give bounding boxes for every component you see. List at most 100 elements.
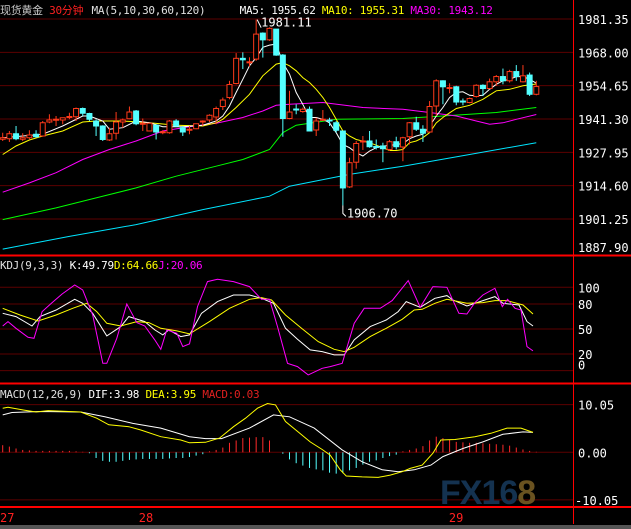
candle-down[interactable] xyxy=(439,80,446,88)
candle-down[interactable] xyxy=(93,120,100,127)
candle-down[interactable] xyxy=(333,122,340,131)
candle-down[interactable] xyxy=(33,133,40,138)
candle-up[interactable] xyxy=(53,118,60,121)
candle-up[interactable] xyxy=(39,122,46,137)
kdj-j-line xyxy=(2,278,534,376)
candle-down[interactable] xyxy=(453,86,460,103)
candle-up[interactable] xyxy=(246,61,253,64)
candle-down[interactable] xyxy=(513,71,520,78)
candle-up[interactable] xyxy=(433,80,440,107)
candle-up[interactable] xyxy=(126,111,133,120)
candle-up[interactable] xyxy=(6,133,13,140)
kdj-header: KDJ(9,3,3) K:49.79D:64.66J:20.06 xyxy=(0,259,203,272)
candle-down[interactable] xyxy=(259,32,266,41)
candle-up[interactable] xyxy=(199,120,206,123)
candle-up[interactable] xyxy=(186,128,193,131)
low-price-label: 1906.70 xyxy=(347,206,398,220)
candle-down[interactable] xyxy=(86,113,93,120)
candle-up[interactable] xyxy=(253,33,260,60)
candle-down[interactable] xyxy=(419,128,426,134)
candle-up[interactable] xyxy=(26,134,33,139)
candle-up[interactable] xyxy=(159,131,166,134)
candle-down[interactable] xyxy=(479,84,486,90)
candle-up[interactable] xyxy=(146,122,153,132)
candle-down[interactable] xyxy=(393,141,400,148)
candle-up[interactable] xyxy=(473,84,480,98)
kdj-j-value: J:20.06 xyxy=(158,259,203,272)
fx168-watermark: FX168 xyxy=(440,474,536,512)
kdj-d-value: D:64.66 xyxy=(113,259,159,272)
candle-up[interactable] xyxy=(59,117,66,121)
macd-dea-value: DEA:3.95 xyxy=(145,388,197,401)
candle-down[interactable] xyxy=(13,133,20,140)
candle-down[interactable] xyxy=(326,119,333,122)
candle-up[interactable] xyxy=(319,118,326,121)
candle-up[interactable] xyxy=(73,108,80,118)
candle-up[interactable] xyxy=(106,133,113,141)
candle-up[interactable] xyxy=(46,119,53,123)
candle-up[interactable] xyxy=(486,81,493,90)
candle-up[interactable] xyxy=(299,108,306,113)
candle-down[interactable] xyxy=(239,57,246,61)
candle-down[interactable] xyxy=(179,127,186,133)
candle-up[interactable] xyxy=(519,75,526,83)
candle-down[interactable] xyxy=(133,110,140,125)
candle-down[interactable] xyxy=(499,76,506,82)
candle-up[interactable] xyxy=(213,108,220,118)
kdj-params[interactable]: KDJ(9,3,3) xyxy=(0,259,64,272)
period-label[interactable]: 30分钟 xyxy=(49,4,83,17)
candle-down[interactable] xyxy=(526,74,533,95)
candle-up[interactable] xyxy=(313,120,320,131)
candle-up[interactable] xyxy=(286,111,293,120)
candle-up[interactable] xyxy=(493,76,500,83)
macd-axis-label: 10.05 xyxy=(578,399,614,413)
candle-down[interactable] xyxy=(79,108,86,114)
candle-down[interactable] xyxy=(339,130,346,189)
candle-down[interactable] xyxy=(279,54,286,120)
candle-down[interactable] xyxy=(459,100,466,103)
candle-up[interactable] xyxy=(113,121,120,134)
macd-params[interactable]: MACD(12,26,9) xyxy=(0,388,83,401)
candle-up[interactable] xyxy=(446,87,453,90)
bottom-scrollbar[interactable] xyxy=(0,525,631,529)
candle-down[interactable] xyxy=(413,122,420,130)
candle-up[interactable] xyxy=(139,122,146,125)
candle-down[interactable] xyxy=(273,28,280,56)
candle-up[interactable] xyxy=(226,84,233,99)
candle-down[interactable] xyxy=(293,108,300,111)
candle-down[interactable] xyxy=(366,140,373,148)
candle-down[interactable] xyxy=(153,124,160,133)
kdj-k-value: K:49.79 xyxy=(69,259,115,272)
candle-down[interactable] xyxy=(379,145,386,150)
candle-up[interactable] xyxy=(399,137,406,148)
candle-up[interactable] xyxy=(353,142,360,163)
candle-up[interactable] xyxy=(266,27,273,41)
candle-up[interactable] xyxy=(219,99,226,108)
macd-dif-line xyxy=(2,402,534,478)
candle-down[interactable] xyxy=(373,145,380,148)
candle-up[interactable] xyxy=(386,141,393,150)
candle-up[interactable] xyxy=(233,57,240,85)
candle-up[interactable] xyxy=(346,162,353,188)
candle-up[interactable] xyxy=(0,137,6,140)
candle-up[interactable] xyxy=(66,116,73,119)
candle-down[interactable] xyxy=(99,125,106,140)
candle-up[interactable] xyxy=(466,98,473,104)
price-axis-label: 1914.60 xyxy=(578,180,629,194)
candle-up[interactable] xyxy=(206,114,213,121)
candle-up[interactable] xyxy=(406,122,413,138)
candle-up[interactable] xyxy=(533,86,540,95)
candle-up[interactable] xyxy=(166,120,173,134)
low-marker-line xyxy=(342,205,347,217)
candle-up[interactable] xyxy=(426,106,433,133)
candle-up[interactable] xyxy=(193,123,200,130)
ma-params[interactable]: MA(5,10,30,60,120) xyxy=(92,4,206,17)
candle-up[interactable] xyxy=(359,140,366,143)
candle-down[interactable] xyxy=(173,120,180,127)
macd-axis-label: -10.05 xyxy=(575,494,618,508)
candle-up[interactable] xyxy=(506,71,513,82)
candle-down[interactable] xyxy=(306,108,313,132)
instrument-name: 现货黄金 xyxy=(0,4,43,17)
candle-up[interactable] xyxy=(119,119,126,123)
candle-up[interactable] xyxy=(19,137,26,140)
